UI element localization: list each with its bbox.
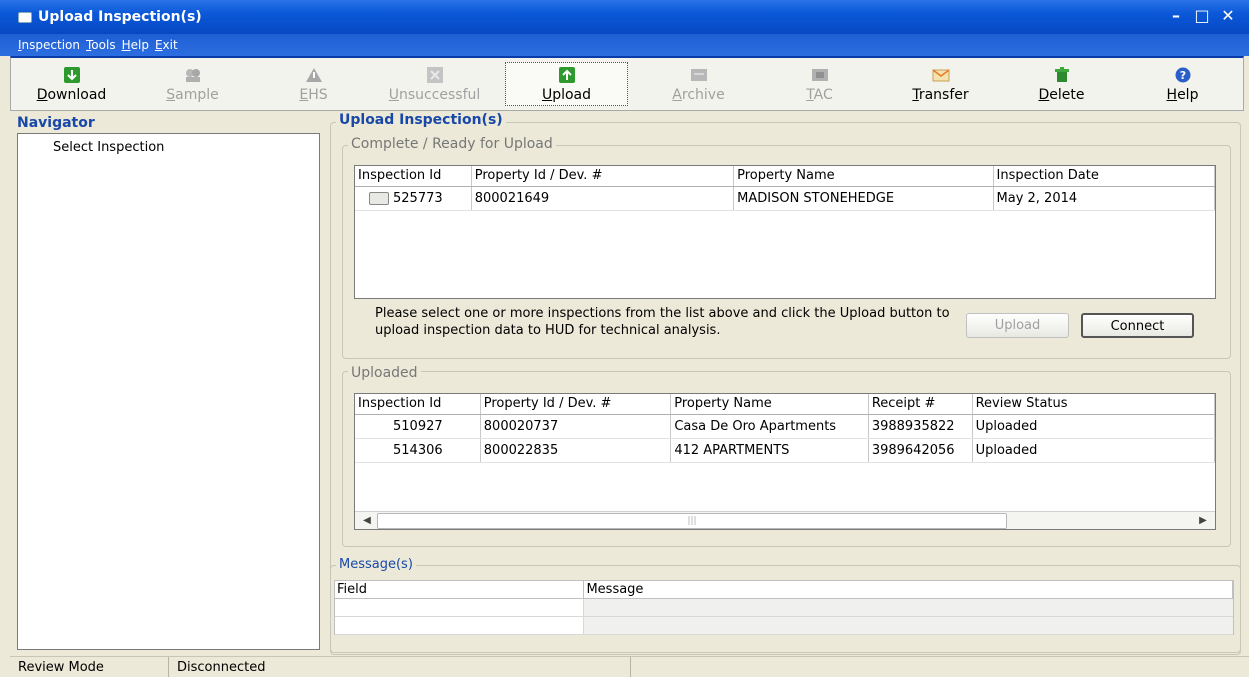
ready-table: Inspection Id Property Id / Dev. # Prope… (354, 165, 1216, 299)
sample-button[interactable]: Sample (132, 58, 253, 110)
receipt-number: 3988935822 (869, 415, 973, 438)
help-button[interactable]: ? Help (1122, 58, 1243, 110)
menu-exit[interactable]: Exit (155, 34, 178, 56)
unsuccessful-icon (425, 66, 445, 84)
help-icon: ? (1173, 66, 1193, 84)
navigator-panel: Select Inspection (17, 133, 320, 650)
column-header[interactable]: Property Id / Dev. # (472, 166, 735, 186)
property-id: 800020737 (481, 415, 672, 438)
sample-label: Sample (166, 86, 219, 103)
unsuccessful-button[interactable]: Unsuccessful (374, 58, 495, 110)
status-empty (631, 657, 1249, 677)
status-bar: Review Mode Disconnected (10, 656, 1249, 677)
archive-label: Archive (672, 86, 725, 103)
horizontal-scrollbar[interactable]: ◀ ||| ▶ (355, 511, 1215, 529)
ehs-label: EHS (299, 86, 328, 103)
column-header[interactable]: Inspection Id (355, 166, 472, 186)
main-title: Upload Inspection(s) (336, 112, 506, 128)
tac-button[interactable]: TAC (759, 58, 880, 110)
scroll-left-icon[interactable]: ◀ (357, 513, 377, 529)
row-checkbox[interactable] (369, 192, 389, 205)
property-id: 800022835 (481, 439, 672, 462)
scroll-right-icon[interactable]: ▶ (1193, 513, 1213, 529)
navigator-title: Navigator (17, 115, 95, 131)
review-status: Uploaded (973, 415, 1215, 438)
download-icon (62, 66, 82, 84)
archive-button[interactable]: Archive (638, 58, 759, 110)
menu-bar: Inspection Tools Help Exit (0, 34, 1249, 56)
help-label: Help (1166, 86, 1199, 103)
delete-button[interactable]: Delete (1001, 58, 1122, 110)
table-header: Field Message (335, 581, 1233, 599)
upload-instructions: Please select one or more inspections fr… (375, 306, 950, 338)
tac-icon (810, 66, 830, 84)
upload-button[interactable]: Upload (966, 313, 1069, 338)
inspection-id: 514306 (355, 439, 481, 462)
maximize-icon[interactable]: □ (1193, 8, 1211, 24)
ready-group-title: Complete / Ready for Upload (348, 136, 556, 152)
transfer-label: Transfer (912, 86, 969, 103)
property-name: Casa De Oro Apartments (671, 415, 869, 438)
property-name: 412 APARTMENTS (671, 439, 869, 462)
column-header[interactable]: Property Name (734, 166, 994, 186)
property-name: MADISON STONEHEDGE (734, 187, 994, 210)
column-header[interactable]: Inspection Date (994, 166, 1215, 186)
status-mode: Review Mode (10, 657, 169, 677)
scrollbar-thumb[interactable]: ||| (377, 513, 1007, 529)
archive-icon (689, 66, 709, 84)
window-controls: – □ ✕ (1167, 8, 1237, 24)
inspection-id: 510927 (355, 415, 481, 438)
ehs-button[interactable]: EHS (253, 58, 374, 110)
inspection-date: May 2, 2014 (994, 187, 1215, 210)
close-icon[interactable]: ✕ (1219, 8, 1237, 24)
column-header[interactable]: Field (335, 581, 585, 598)
table-row[interactable] (335, 599, 1233, 617)
upload-label: Upload (541, 86, 592, 103)
table-row[interactable]: 525773 800021649 MADISON STONEHEDGE May … (355, 187, 1215, 211)
status-connection: Disconnected (169, 657, 631, 677)
table-row[interactable]: 514306 800022835 412 APARTMENTS 39896420… (355, 439, 1215, 463)
upload-toolbar-button[interactable]: Upload (505, 62, 628, 106)
column-header[interactable]: Message (584, 581, 1233, 598)
download-label: Download (36, 86, 107, 103)
column-header[interactable]: Review Status (973, 394, 1216, 414)
nav-item-select-inspection[interactable]: Select Inspection (53, 140, 164, 155)
menu-help[interactable]: Help (122, 34, 149, 56)
minimize-icon[interactable]: – (1167, 8, 1185, 24)
table-row[interactable]: 510927 800020737 Casa De Oro Apartments … (355, 415, 1215, 439)
menu-tools[interactable]: Tools (86, 34, 116, 56)
messages-group-title: Message(s) (336, 557, 416, 572)
download-button[interactable]: Download (11, 58, 132, 110)
window-title: Upload Inspection(s) (38, 9, 202, 25)
connect-button[interactable]: Connect (1081, 313, 1194, 338)
transfer-icon (931, 66, 951, 84)
svg-text:?: ? (1179, 69, 1185, 82)
column-header[interactable]: Inspection Id (355, 394, 481, 414)
unsuccessful-label: Unsuccessful (388, 86, 481, 103)
uploaded-table: Inspection Id Property Id / Dev. # Prope… (354, 393, 1216, 530)
transfer-button[interactable]: Transfer (880, 58, 1001, 110)
receipt-number: 3989642056 (869, 439, 973, 462)
table-header: Inspection Id Property Id / Dev. # Prope… (355, 166, 1215, 187)
column-header[interactable]: Property Id / Dev. # (481, 394, 672, 414)
title-bar: Upload Inspection(s) – □ ✕ (0, 0, 1249, 34)
review-status: Uploaded (973, 439, 1215, 462)
table-row[interactable] (335, 617, 1233, 635)
tac-label: TAC (806, 86, 833, 103)
sample-icon (183, 66, 203, 84)
delete-icon (1052, 66, 1072, 84)
inspection-id: 525773 (393, 191, 443, 206)
window-icon (18, 12, 32, 23)
uploaded-group-title: Uploaded (348, 365, 421, 381)
column-header[interactable]: Property Name (671, 394, 869, 414)
table-header: Inspection Id Property Id / Dev. # Prope… (355, 394, 1216, 415)
warning-icon (304, 66, 324, 84)
upload-icon (557, 66, 577, 84)
delete-label: Delete (1038, 86, 1085, 103)
column-header[interactable]: Receipt # (869, 394, 973, 414)
toolbar: Download Sample EHS Unsuccessful Upload … (10, 56, 1244, 111)
messages-table: Field Message (334, 580, 1234, 635)
menu-inspection[interactable]: Inspection (18, 34, 80, 56)
property-id: 800021649 (472, 187, 735, 210)
